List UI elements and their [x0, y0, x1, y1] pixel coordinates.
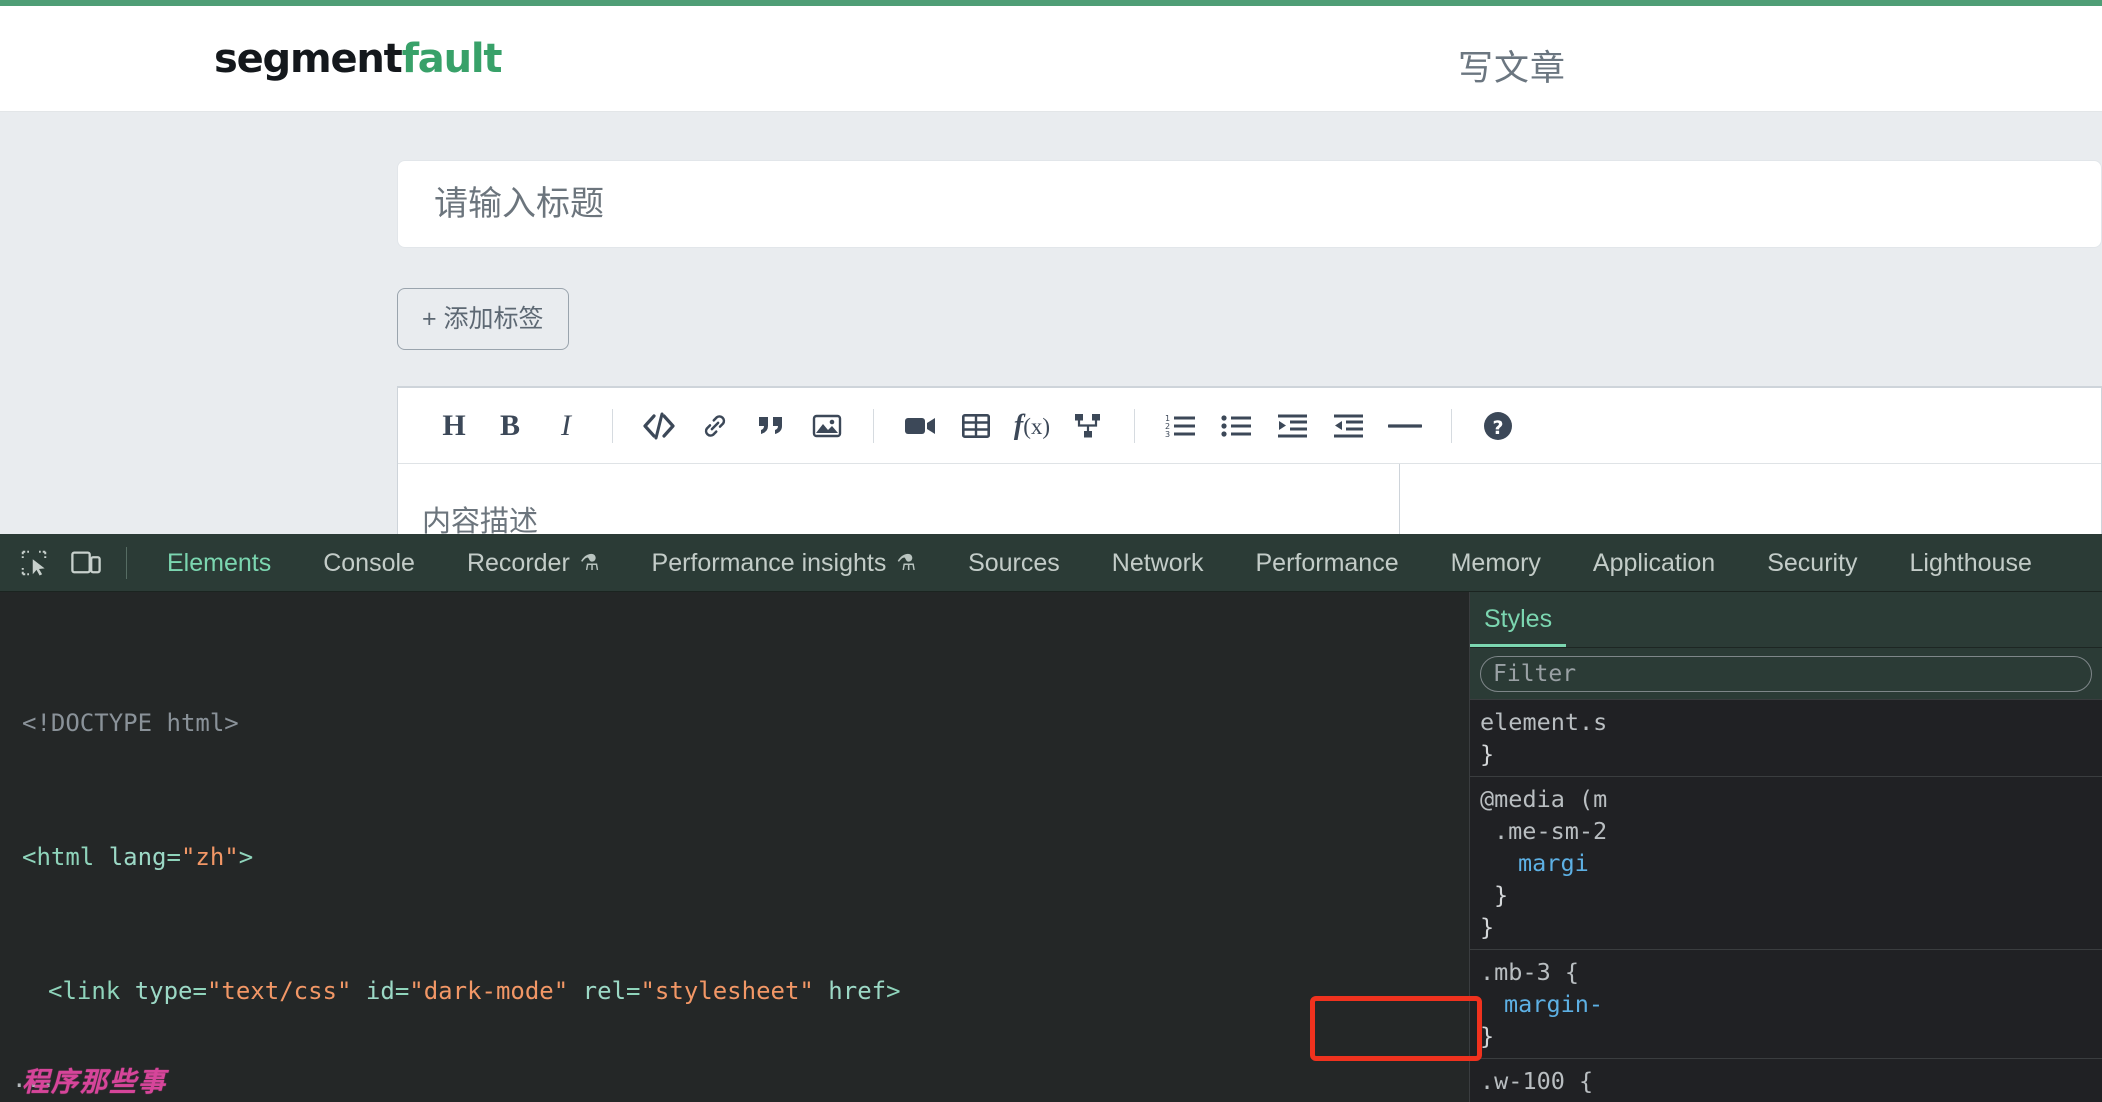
tab-label: Performance insights [652, 534, 887, 592]
tab-label: Sources [968, 534, 1060, 592]
style-rule-element-style[interactable]: element.s} [1470, 700, 2102, 777]
styles-tabbar: Styles [1470, 592, 2102, 648]
table-icon[interactable] [948, 398, 1004, 454]
dom-tree-panel[interactable]: <!DOCTYPE html> <html lang="zh"> <link t… [0, 592, 1469, 1102]
styles-panel: Styles Filter element.s} @media (m .me-sm… [1469, 592, 2102, 1102]
doctype-text: <!DOCTYPE html> [22, 709, 239, 737]
editor-body: 内容描述 [398, 464, 2101, 534]
experimental-flask-icon: ⚗ [580, 534, 600, 592]
tab-label: Performance [1255, 534, 1398, 592]
tabbar-divider [126, 547, 127, 579]
tab-label: Memory [1451, 534, 1541, 592]
heading-icon[interactable]: H [426, 398, 482, 454]
style-media-query: @media (m [1480, 785, 1607, 813]
tab-performance-insights[interactable]: Performance insights⚗ [626, 534, 943, 592]
dom-tree: <!DOCTYPE html> <html lang="zh"> <link t… [0, 592, 1469, 1102]
devtools-tabbar: Elements Console Recorder⚗ Performance i… [0, 534, 2102, 592]
style-rule-mb-3[interactable]: .mb-3 { margin-} [1470, 950, 2102, 1059]
svg-text:?: ? [1492, 417, 1503, 439]
write-article-title: 写文章 [1458, 40, 1566, 91]
tab-label: Application [1593, 534, 1715, 592]
watermark-text: 程序那些事 [22, 1060, 167, 1099]
toolbar-divider [1134, 409, 1135, 443]
svg-text:3: 3 [1165, 430, 1170, 439]
style-selector: .me-sm-2 [1494, 817, 1607, 845]
ordered-list-icon[interactable]: 123 [1153, 398, 1209, 454]
quote-icon[interactable] [743, 398, 799, 454]
tab-label: Network [1112, 534, 1204, 592]
toolbar-divider [873, 409, 874, 443]
site-header: segmentfault 写文章 [0, 6, 2102, 112]
tab-console[interactable]: Console [297, 534, 441, 592]
style-rule-w-100[interactable]: .w-100 {width:} [1470, 1059, 2102, 1102]
add-tag-button[interactable]: + 添加标签 [397, 288, 569, 350]
dom-line[interactable]: <link type="text/css" id="dark-mode" rel… [0, 975, 1469, 1009]
style-closing-brace: } [1480, 740, 1494, 768]
bold-icon[interactable]: B [482, 398, 538, 454]
style-selector: .w-100 { [1480, 1067, 1593, 1095]
outdent-icon[interactable] [1321, 398, 1377, 454]
markdown-preview-pane [1400, 464, 2101, 534]
tab-performance[interactable]: Performance [1229, 534, 1424, 592]
style-closing-brace: } [1494, 881, 1508, 909]
image-icon[interactable] [799, 398, 855, 454]
formula-icon[interactable]: f(x) [1004, 398, 1060, 454]
inspect-element-icon[interactable] [8, 534, 60, 592]
tab-recorder[interactable]: Recorder⚗ [441, 534, 626, 592]
style-rule-media[interactable]: @media (m .me-sm-2 margi}} [1470, 777, 2102, 950]
markdown-input[interactable]: 内容描述 [398, 464, 1400, 534]
video-icon[interactable] [892, 398, 948, 454]
devtools-main: <!DOCTYPE html> <html lang="zh"> <link t… [0, 592, 2102, 1102]
styles-filter-input[interactable]: Filter [1480, 656, 2092, 692]
style-closing-brace: } [1480, 913, 1494, 941]
tab-lighthouse[interactable]: Lighthouse [1884, 534, 2058, 592]
logo-text-segment: segment [214, 36, 402, 82]
horizontal-rule-icon[interactable] [1377, 398, 1433, 454]
tab-security[interactable]: Security [1741, 534, 1883, 592]
flowchart-icon[interactable] [1060, 398, 1116, 454]
style-property[interactable]: margi [1518, 849, 1589, 877]
unordered-list-icon[interactable] [1209, 398, 1265, 454]
tab-label: Recorder [467, 534, 570, 592]
logo-text-fault: fault [402, 36, 502, 82]
style-selector: element.s [1480, 708, 1607, 736]
tab-application[interactable]: Application [1567, 534, 1741, 592]
tab-label: Console [323, 534, 415, 592]
style-closing-brace: } [1480, 1022, 1494, 1050]
style-selector: .mb-3 { [1480, 958, 1579, 986]
toolbar-divider [1451, 409, 1452, 443]
style-property[interactable]: margin- [1504, 990, 1603, 1018]
experimental-flask-icon: ⚗ [896, 534, 916, 592]
tab-label: Security [1767, 534, 1857, 592]
italic-icon[interactable]: I [538, 398, 594, 454]
tab-network[interactable]: Network [1086, 534, 1230, 592]
dom-breadcrumb[interactable]: ... [0, 1064, 1469, 1102]
code-icon[interactable] [631, 398, 687, 454]
indent-icon[interactable] [1265, 398, 1321, 454]
segmentfault-logo[interactable]: segmentfault [214, 36, 501, 82]
help-icon[interactable]: ? [1470, 398, 1526, 454]
dom-line[interactable]: <html lang="zh"> [0, 841, 1469, 875]
tab-memory[interactable]: Memory [1425, 534, 1567, 592]
tab-sources[interactable]: Sources [942, 534, 1086, 592]
devtools-panel: Elements Console Recorder⚗ Performance i… [0, 534, 2102, 1102]
tab-label: Lighthouse [1910, 534, 2032, 592]
styles-filterbar: Filter [1470, 648, 2102, 700]
editor-toolbar: H B I f(x) [398, 388, 2101, 464]
toolbar-divider [612, 409, 613, 443]
markdown-editor: H B I f(x) [397, 386, 2102, 534]
web-page-viewport: segmentfault 写文章 请输入标题 + 添加标签 H B I [0, 0, 2102, 534]
device-toolbar-icon[interactable] [60, 534, 112, 592]
tab-label: Elements [167, 534, 271, 592]
link-icon[interactable] [687, 398, 743, 454]
tab-elements[interactable]: Elements [141, 534, 297, 592]
dom-line[interactable]: <!DOCTYPE html> [0, 707, 1469, 741]
article-title-input[interactable]: 请输入标题 [397, 160, 2102, 248]
tab-styles[interactable]: Styles [1470, 605, 1566, 647]
